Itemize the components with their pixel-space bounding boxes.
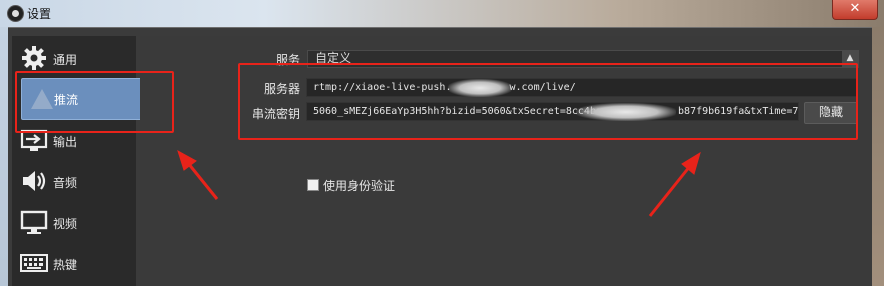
sidebar-item-label: 音频 bbox=[53, 176, 78, 190]
keyboard-icon bbox=[20, 254, 48, 272]
sidebar-item-label: 视频 bbox=[53, 217, 78, 231]
annotation-box-server-fields bbox=[238, 63, 858, 140]
sidebar-item-label: 热键 bbox=[53, 258, 78, 272]
window-title-bar: 设置 ✕ bbox=[0, 0, 884, 28]
obs-logo-icon bbox=[7, 5, 24, 22]
annotation-box-stream-tab bbox=[15, 71, 174, 133]
speaker-icon bbox=[23, 171, 46, 191]
sidebar-item-label: 通用 bbox=[53, 53, 78, 67]
sidebar-item-hotkeys[interactable]: 热键 bbox=[12, 243, 136, 283]
gear-icon bbox=[22, 46, 46, 70]
sidebar-item-audio[interactable]: 音频 bbox=[12, 161, 136, 201]
window-frame-left bbox=[0, 27, 8, 286]
use-auth-checkbox[interactable] bbox=[307, 179, 319, 191]
monitor-icon bbox=[20, 210, 48, 234]
window-frame-right bbox=[872, 27, 884, 286]
window-title: 设置 bbox=[27, 7, 52, 21]
close-button[interactable]: ✕ bbox=[832, 0, 878, 20]
sidebar-item-label: 输出 bbox=[53, 135, 78, 149]
use-auth-label: 使用身份验证 bbox=[323, 179, 396, 193]
sidebar-item-video[interactable]: 视频 bbox=[12, 202, 136, 242]
